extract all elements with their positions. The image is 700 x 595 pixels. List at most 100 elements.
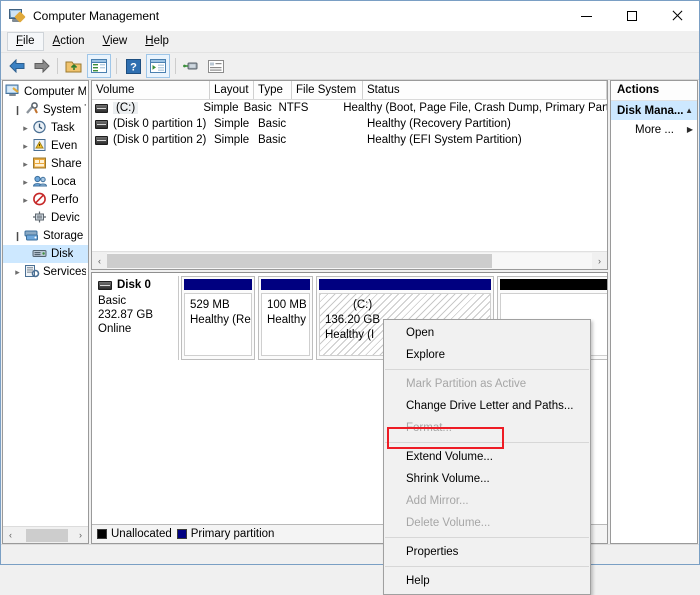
- table-row[interactable]: (C:) Simple Basic NTFS Healthy (Boot, Pa…: [92, 100, 607, 116]
- scroll-left-icon[interactable]: ‹: [92, 253, 107, 269]
- column-header-file-system[interactable]: File System: [292, 81, 363, 99]
- sidebar-scroll-track[interactable]: [18, 527, 73, 543]
- window-controls: [564, 1, 699, 31]
- scroll-right-icon[interactable]: ›: [73, 528, 88, 543]
- forward-icon[interactable]: [30, 55, 52, 77]
- sidebar-horizontal-scrollbar[interactable]: ‹ ›: [3, 526, 88, 543]
- partition-body: 529 MB Healthy (Reco: [184, 293, 252, 356]
- column-header-layout[interactable]: Layout: [210, 81, 254, 99]
- sidebar-item-storage[interactable]: ❙ Storage: [3, 227, 88, 245]
- toolbar-separator-3: [175, 58, 176, 74]
- scroll-right-icon[interactable]: ›: [592, 253, 607, 269]
- column-header-status[interactable]: Status: [363, 81, 607, 99]
- chevron-right-icon[interactable]: ▸: [19, 137, 32, 155]
- storage-icon: [24, 228, 40, 244]
- actions-item-disk-management[interactable]: Disk Mana... ▲: [611, 101, 697, 120]
- menu-action[interactable]: Action: [44, 32, 94, 51]
- sidebar-item-task-scheduler[interactable]: ▸ Task: [3, 119, 88, 137]
- sidebar-item-shared-folders[interactable]: ▸ Share: [3, 155, 88, 173]
- sidebar-item-computer-management[interactable]: Computer M: [3, 83, 88, 101]
- partition-recovery[interactable]: 529 MB Healthy (Reco: [181, 276, 255, 360]
- context-menu-item-shrink-volume[interactable]: Shrink Volume...: [384, 468, 590, 490]
- submenu-right-icon[interactable]: ▶: [687, 125, 693, 134]
- sidebar-item-event-viewer[interactable]: ▸ Even: [3, 137, 88, 155]
- volume-list-pane: Volume Layout Type File System Status (C…: [91, 80, 608, 270]
- legend-unallocated: Unallocated: [97, 528, 172, 540]
- menu-bar: File Action View Help: [1, 31, 699, 53]
- close-button[interactable]: [654, 1, 699, 31]
- computer-management-window: Computer Management File Action View Hel…: [0, 0, 700, 595]
- context-menu-item-help[interactable]: Help: [384, 570, 590, 592]
- cell-volume-label: (Disk 0 partition 1): [113, 118, 207, 130]
- show-hide-action-pane-icon[interactable]: [146, 54, 170, 78]
- partition-color-bar: [184, 279, 252, 290]
- cell-volume: (Disk 0 partition 2): [92, 134, 210, 146]
- disk-title: Disk 0: [98, 278, 178, 292]
- console-tree-pane: Computer M ❙ System T ▸ Task: [2, 80, 89, 544]
- legend-primary-partition: Primary partition: [176, 528, 274, 540]
- collapse-up-icon[interactable]: ▲: [685, 106, 693, 115]
- volume-scroll-track[interactable]: [107, 252, 592, 269]
- disk-state: Online: [98, 323, 132, 335]
- sidebar-item-services-applications[interactable]: ▸ Services: [3, 263, 88, 281]
- context-menu-separator: [385, 442, 589, 443]
- minimize-button[interactable]: [564, 1, 609, 31]
- volume-scroll-thumb[interactable]: [107, 253, 492, 268]
- context-menu-separator: [385, 566, 589, 567]
- back-icon[interactable]: [6, 55, 28, 77]
- menu-file[interactable]: File: [7, 32, 44, 51]
- table-row[interactable]: (Disk 0 partition 1) Simple Basic Health…: [92, 116, 607, 132]
- sidebar-item-disk-management[interactable]: Disk: [3, 245, 88, 263]
- menu-help[interactable]: Help: [136, 32, 178, 51]
- context-menu-item-change-drive-letter-and-paths[interactable]: Change Drive Letter and Paths...: [384, 395, 590, 417]
- actions-item-label: More ...: [635, 123, 674, 136]
- cell-type: Basic: [243, 102, 272, 114]
- sidebar-item-system-tools[interactable]: ❙ System T: [3, 101, 88, 119]
- partition-label: (C:): [353, 299, 373, 311]
- partition-body: 100 MB Healthy (: [261, 293, 310, 356]
- chevron-right-icon[interactable]: ▸: [19, 119, 32, 137]
- chevron-right-icon[interactable]: ▸: [19, 191, 32, 209]
- menu-view-rest: iew: [109, 35, 128, 47]
- sidebar-scroll-thumb[interactable]: [26, 528, 68, 542]
- context-menu-item-properties[interactable]: Properties: [384, 541, 590, 563]
- toolbar: ?: [1, 53, 699, 80]
- show-hide-console-tree-icon[interactable]: [87, 54, 111, 78]
- sidebar-item-performance[interactable]: ▸ Perfo: [3, 191, 88, 209]
- volume-list-horizontal-scrollbar[interactable]: ‹ ›: [92, 251, 607, 269]
- scroll-left-icon[interactable]: ‹: [3, 528, 18, 543]
- column-header-volume[interactable]: Volume: [92, 81, 210, 99]
- sidebar-item-device-manager[interactable]: Devic: [3, 209, 88, 227]
- column-header-type[interactable]: Type: [254, 81, 292, 99]
- sidebar-label: Disk: [51, 248, 74, 260]
- chevron-right-icon[interactable]: ▸: [19, 173, 32, 191]
- services-applications-icon: [24, 264, 40, 280]
- chevron-down-icon[interactable]: ❙: [11, 227, 24, 245]
- partition-size: 100 MB: [267, 299, 307, 311]
- menu-view[interactable]: View: [94, 32, 137, 51]
- task-scheduler-icon: [32, 120, 48, 136]
- disk-icon: [98, 280, 112, 290]
- chevron-right-icon[interactable]: ▸: [11, 263, 24, 281]
- volume-list-header: Volume Layout Type File System Status: [92, 81, 607, 100]
- partition-status: Healthy (: [267, 314, 310, 326]
- cell-status: Healthy (EFI System Partition): [367, 134, 522, 146]
- sidebar-item-local-users-groups[interactable]: ▸ Loca: [3, 173, 88, 191]
- table-row[interactable]: (Disk 0 partition 2) Simple Basic Health…: [92, 132, 607, 148]
- connect-icon[interactable]: [181, 55, 203, 77]
- disk-info[interactable]: Disk 0 Basic 232.87 GB Online: [92, 276, 178, 360]
- properties-list-icon[interactable]: [205, 55, 227, 77]
- chevron-down-icon[interactable]: ❙: [11, 101, 24, 119]
- context-menu-item-extend-volume[interactable]: Extend Volume...: [384, 446, 590, 468]
- context-menu-item-add-mirror: Add Mirror...: [406, 495, 469, 507]
- up-folder-icon[interactable]: [63, 55, 85, 77]
- help-icon[interactable]: ?: [122, 55, 144, 77]
- context-menu-item-explore[interactable]: Explore: [384, 344, 590, 366]
- maximize-button[interactable]: [609, 1, 654, 31]
- system-tools-icon: [24, 102, 40, 118]
- partition-efi[interactable]: 100 MB Healthy (: [258, 276, 313, 360]
- actions-pane-title: Actions: [611, 81, 697, 101]
- actions-item-more[interactable]: More ... ▶: [611, 120, 697, 139]
- chevron-right-icon[interactable]: ▸: [19, 155, 32, 173]
- context-menu-item-open[interactable]: Open: [384, 322, 590, 344]
